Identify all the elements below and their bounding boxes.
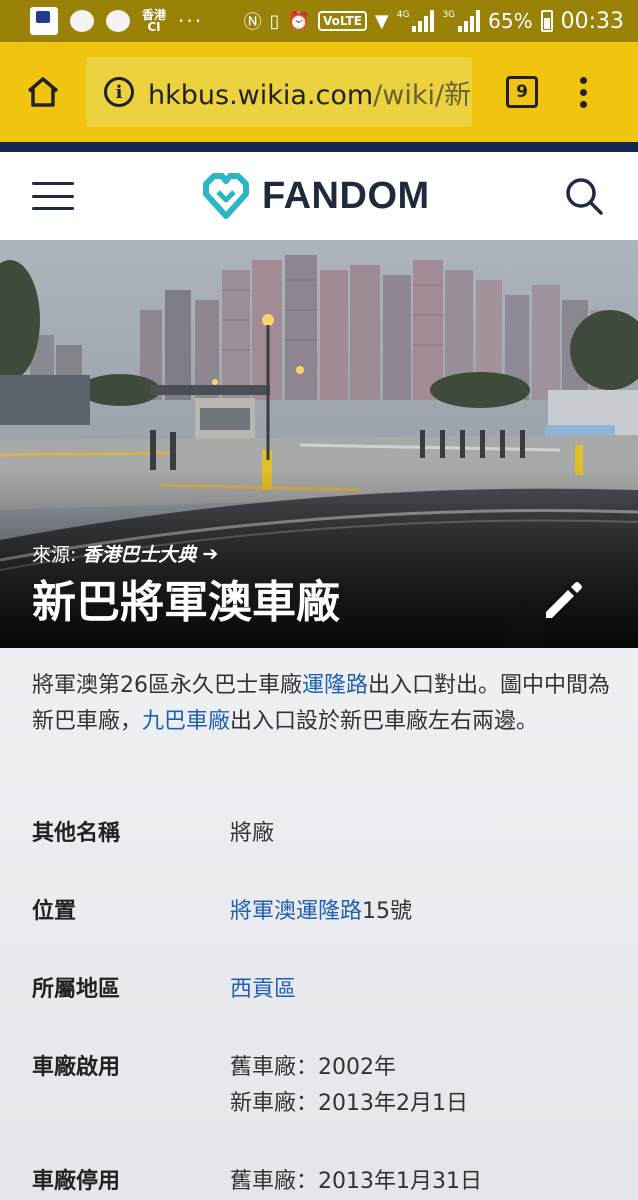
signal-icon-2: 3G xyxy=(442,10,481,32)
infobox-value: 將廠 xyxy=(230,821,275,846)
infobox-value: 西貢區 xyxy=(230,972,296,1008)
location-number: 15號 xyxy=(362,899,413,924)
image-source: 來源: 香港巴士大典 ➔ xyxy=(32,540,218,567)
opened-line-1: 舊車廠：2002年 xyxy=(230,1055,396,1080)
network-type-label-2: 3G xyxy=(442,10,456,20)
infobox-value: 舊車廠：2002年新車廠：2013年2月1日 xyxy=(230,1050,468,1122)
url-domain: hkbus.wikia.com xyxy=(148,79,374,111)
chat-notification-icon-2 xyxy=(106,10,130,32)
wifi-icon: ▼ xyxy=(374,10,389,32)
fandom-logo[interactable]: FANDOM xyxy=(202,172,430,220)
caption-text-3: 出入口設於新巴車廠左右兩邊。 xyxy=(230,709,539,734)
volte-badge: VoLTE xyxy=(317,11,367,31)
overflow-menu-icon[interactable] xyxy=(580,76,587,108)
source-link[interactable]: 香港巴士大典 xyxy=(82,540,196,567)
infobox-label: 車廠停用 xyxy=(32,1169,121,1194)
carrier-label: 香港 CI xyxy=(142,8,167,34)
arrow-right-icon[interactable]: ➔ xyxy=(202,543,218,565)
battery-icon xyxy=(540,10,553,32)
caption-link-kmb-depot[interactable]: 九巴車廠 xyxy=(142,709,230,734)
tab-switcher-button[interactable]: 9 xyxy=(506,76,538,108)
browser-toolbar: i hkbus.wikia.com/wiki/新 9 xyxy=(0,42,638,142)
more-notifications-icon: ··· xyxy=(178,9,204,33)
infobox-value: 舊車廠：2013年1月31日 xyxy=(230,1169,482,1194)
hamburger-menu-icon[interactable] xyxy=(32,182,74,210)
url-bar[interactable]: i hkbus.wikia.com/wiki/新 xyxy=(86,57,472,127)
infobox-label: 車廠啟用 xyxy=(32,1055,121,1080)
alarm-icon: ⏰ xyxy=(287,10,310,32)
search-icon xyxy=(566,178,603,215)
chat-notification-icon xyxy=(70,10,94,32)
home-button[interactable] xyxy=(0,42,86,142)
article-content: 將軍澳第26區永久巴士車廠運隆路出入口對出。圖中中間為新巴車廠，九巴車廠出入口設… xyxy=(0,648,638,1200)
url-text: hkbus.wikia.com/wiki/新 xyxy=(148,73,471,112)
header-divider xyxy=(0,142,638,152)
district-link[interactable]: 西貢區 xyxy=(230,977,296,1002)
caption-text-1: 將軍澳第26區永久巴士車廠 xyxy=(32,673,302,698)
nfc-icon: Ⓝ xyxy=(243,12,262,33)
infobox-label: 其他名稱 xyxy=(32,821,121,846)
image-caption: 將軍澳第26區永久巴士車廠運隆路出入口對出。圖中中間為新巴車廠，九巴車廠出入口設… xyxy=(32,668,612,740)
opened-line-2: 新車廠：2013年2月1日 xyxy=(230,1091,468,1116)
caption-link-road[interactable]: 運隆路 xyxy=(302,673,368,698)
battery-percent: 65% xyxy=(488,9,533,33)
fandom-heart-icon xyxy=(203,173,249,219)
source-prefix: 來源: xyxy=(32,544,77,566)
fandom-header: FANDOM xyxy=(0,152,638,240)
infobox-label: 位置 xyxy=(32,899,77,924)
infobox-label: 所屬地區 xyxy=(32,977,121,1002)
home-icon xyxy=(27,77,59,107)
vibrate-icon: ▯ xyxy=(269,10,280,32)
pencil-icon xyxy=(546,582,582,618)
fandom-wordmark: FANDOM xyxy=(262,174,430,217)
status-bar: 香港 CI ··· Ⓝ ▯ ⏰ VoLTE ▼ 4G 3G 65% 00:33 xyxy=(0,0,638,42)
location-link[interactable]: 將軍澳運隆路 xyxy=(230,899,362,924)
infobox-value: 將軍澳運隆路15號 xyxy=(230,894,412,930)
page-title: 新巴將軍澳車廠 xyxy=(32,577,340,628)
network-type-label: 4G xyxy=(396,10,410,20)
signal-icon-1: 4G xyxy=(397,10,435,32)
edit-button[interactable] xyxy=(540,578,586,628)
site-info-icon[interactable]: i xyxy=(104,77,134,107)
clock: 00:33 xyxy=(560,8,624,34)
search-button[interactable] xyxy=(564,176,604,220)
url-path: /wiki/新 xyxy=(373,79,472,111)
app-notification-icon xyxy=(30,7,58,35)
